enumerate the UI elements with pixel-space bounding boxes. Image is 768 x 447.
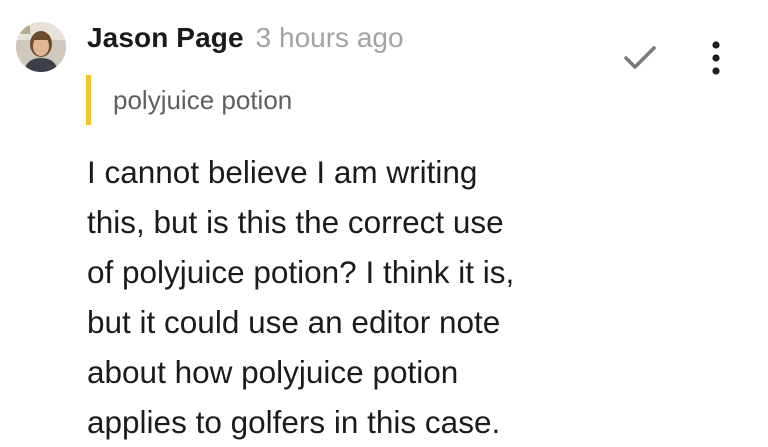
comment-header: Jason Page 3 hours ago bbox=[87, 22, 404, 62]
more-options-button[interactable] bbox=[696, 36, 736, 80]
timestamp: 3 hours ago bbox=[255, 22, 404, 53]
resolve-button[interactable] bbox=[620, 38, 660, 78]
comment-card: Jason Page 3 hours ago polyjuice potion … bbox=[0, 0, 768, 446]
checkmark-icon bbox=[624, 46, 656, 69]
comment-body-line: of polyjuice potion? I think it is, bbox=[87, 254, 515, 290]
avatar[interactable] bbox=[16, 22, 66, 72]
comment-body-line: I cannot believe I am writing bbox=[87, 154, 478, 190]
comment-body-line: but it could use an editor note bbox=[87, 304, 501, 340]
avatar-image bbox=[16, 22, 66, 72]
quoted-text: polyjuice potion bbox=[86, 75, 292, 125]
quote-text: polyjuice potion bbox=[113, 84, 293, 115]
comment-body-line: applies to golfers in this case. bbox=[87, 404, 501, 440]
comment-body-line: about how polyjuice potion bbox=[87, 354, 459, 390]
comment-body-line: this, but is this the correct use bbox=[87, 204, 504, 240]
comment-body: I cannot believe I am writing this, but … bbox=[87, 147, 607, 447]
more-vertical-icon bbox=[712, 41, 720, 75]
author-name[interactable]: Jason Page bbox=[87, 22, 244, 54]
